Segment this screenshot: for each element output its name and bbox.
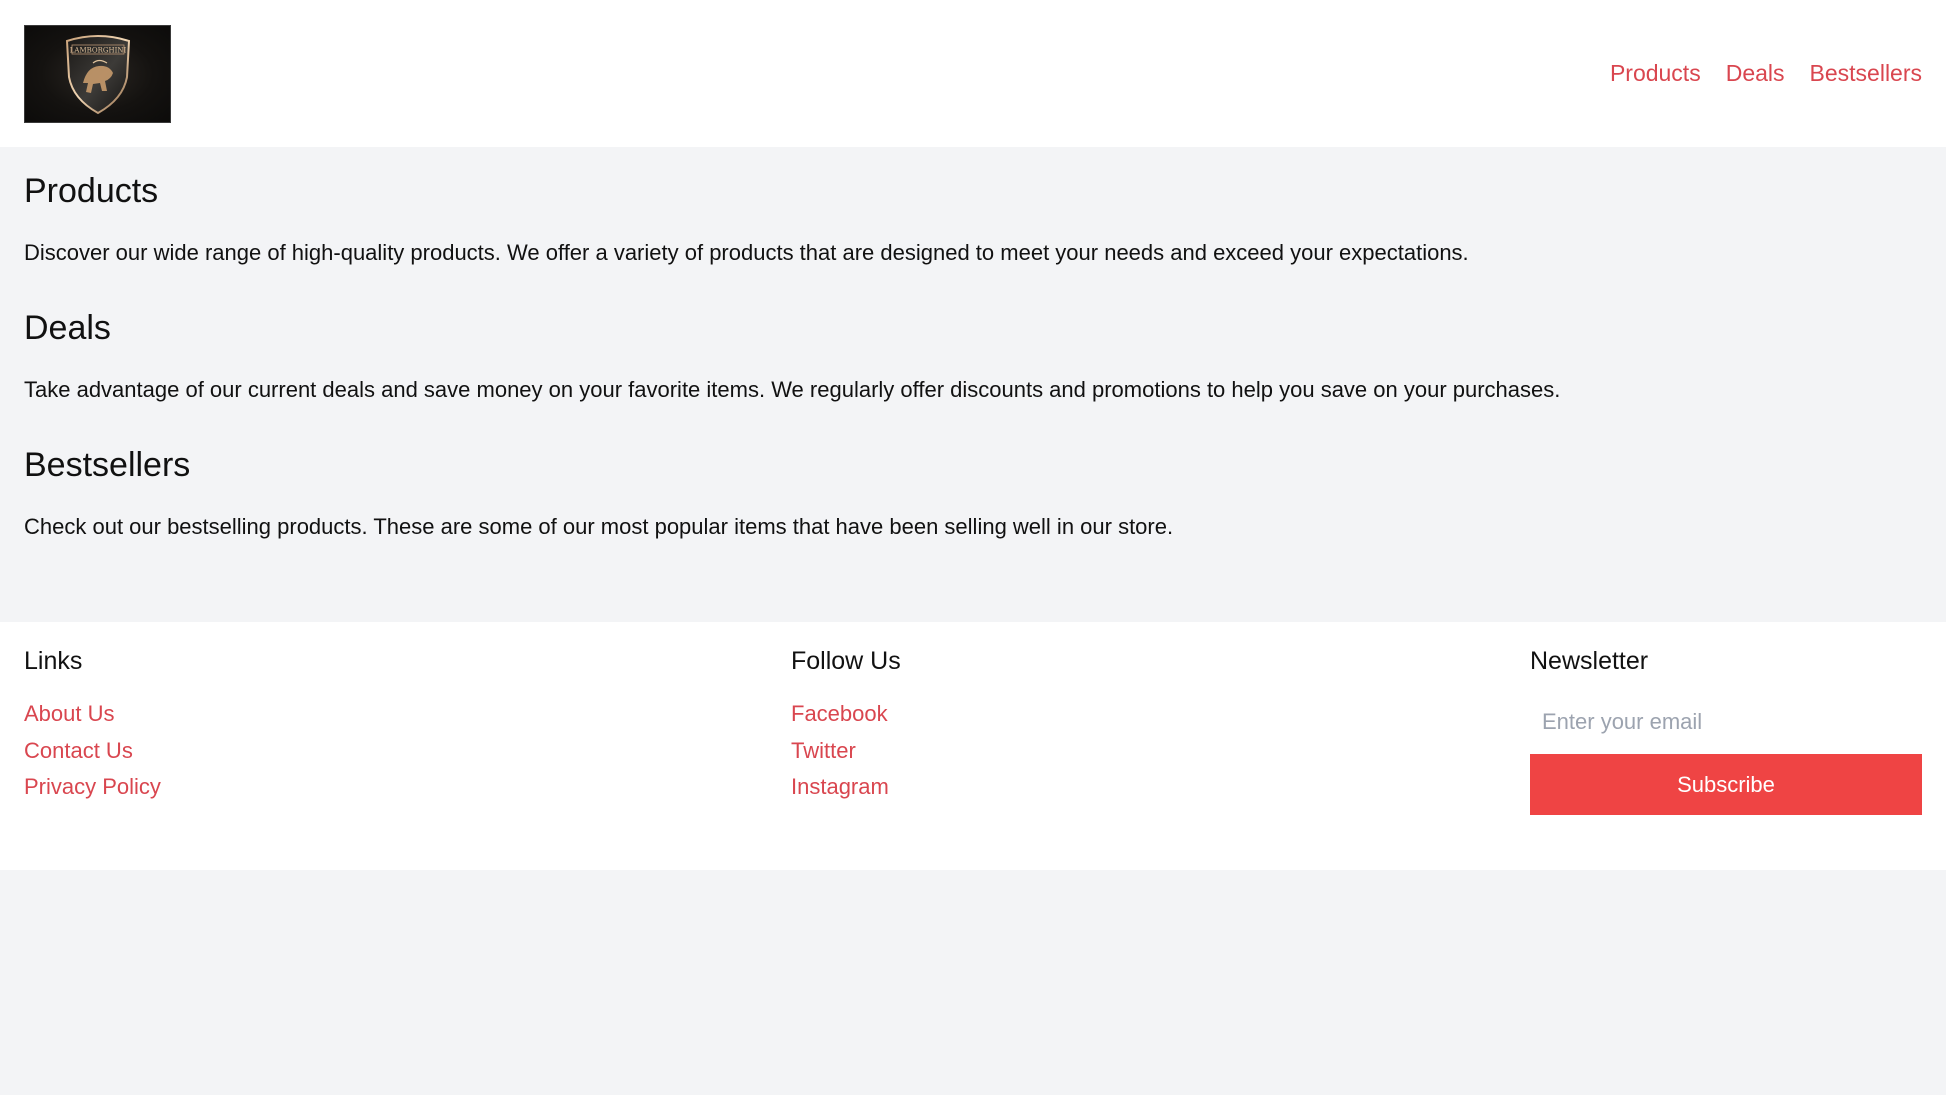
- footer-column-title: Newsletter: [1530, 647, 1649, 675]
- footer-column-title: Follow Us: [791, 647, 901, 675]
- footer-column-title: Links: [24, 647, 83, 675]
- site-footer: Links About Us Contact Us Privacy Policy…: [0, 622, 1946, 870]
- nav-link-products[interactable]: Products: [1610, 60, 1701, 87]
- footer-follow-column: Follow Us Facebook Twitter Instagram: [791, 646, 1530, 870]
- deals-section: Deals Take advantage of our current deal…: [24, 308, 1922, 405]
- footer-link-twitter[interactable]: Twitter: [791, 733, 1530, 770]
- nav-link-deals[interactable]: Deals: [1726, 60, 1785, 87]
- bestsellers-section: Bestsellers Check out our bestselling pr…: [24, 445, 1922, 542]
- nav-link-bestsellers[interactable]: Bestsellers: [1810, 60, 1922, 87]
- section-title: Bestsellers: [24, 446, 191, 484]
- logo[interactable]: LAMBORGHINI: [24, 24, 171, 123]
- subscribe-button[interactable]: Subscribe: [1530, 754, 1922, 815]
- site-header: LAMBORGHINI Products Deals Bestsellers: [0, 0, 1946, 147]
- footer-link-about-us[interactable]: About Us: [24, 696, 791, 733]
- section-title: Products: [24, 172, 159, 210]
- footer-link-instagram[interactable]: Instagram: [791, 769, 1530, 806]
- products-section: Products Discover our wide range of high…: [24, 171, 1922, 268]
- footer-newsletter-column: Newsletter Subscribe: [1530, 646, 1922, 870]
- section-text: Take advantage of our current deals and …: [24, 377, 1561, 402]
- section-text: Check out our bestselling products. Thes…: [24, 514, 1174, 539]
- footer-link-privacy-policy[interactable]: Privacy Policy: [24, 769, 791, 806]
- lamborghini-shield-icon: LAMBORGHINI: [65, 34, 130, 114]
- main-nav: Products Deals Bestsellers: [1610, 60, 1922, 87]
- section-title: Deals: [24, 309, 111, 347]
- footer-link-facebook[interactable]: Facebook: [791, 696, 1530, 733]
- newsletter-email-input[interactable]: [1530, 700, 1922, 744]
- main-content: Products Discover our wide range of high…: [0, 147, 1946, 542]
- footer-link-contact-us[interactable]: Contact Us: [24, 733, 791, 770]
- footer-links-column: Links About Us Contact Us Privacy Policy: [24, 646, 791, 870]
- svg-text:LAMBORGHINI: LAMBORGHINI: [69, 46, 126, 54]
- section-text: Discover our wide range of high-quality …: [24, 240, 1469, 265]
